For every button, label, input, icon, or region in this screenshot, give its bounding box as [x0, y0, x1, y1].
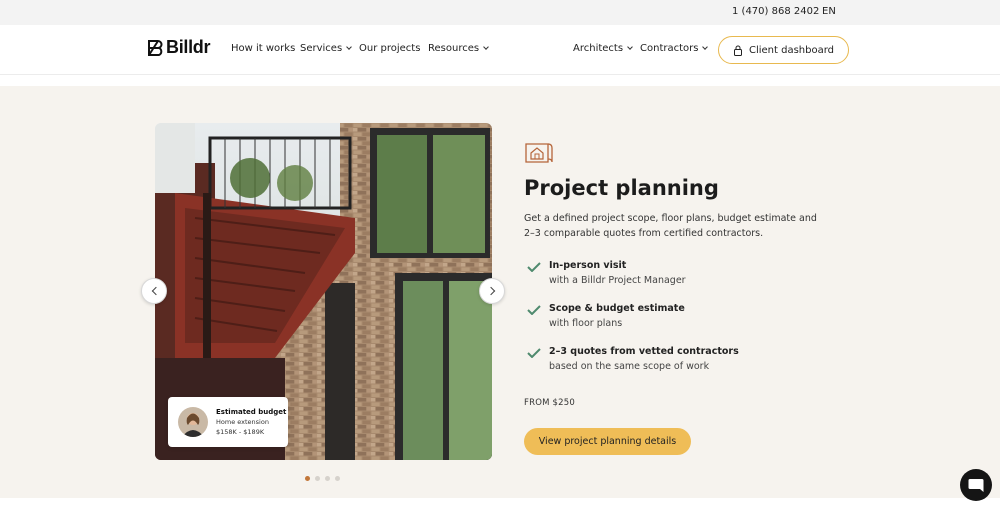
carousel-dot[interactable]: [305, 476, 310, 481]
logo[interactable]: Billdr: [148, 37, 211, 58]
price-label: FROM $250: [524, 398, 575, 408]
carousel-dot[interactable]: [325, 476, 330, 481]
carousel-next-button[interactable]: [479, 278, 505, 304]
view-details-label: View project planning details: [538, 436, 677, 447]
language-switcher[interactable]: EN: [822, 6, 836, 17]
main-header: Billdr How it works Services Our project…: [0, 25, 1000, 75]
budget-card-title: Estimated budget: [216, 408, 287, 416]
nav-contractors-label: Contractors: [640, 43, 699, 54]
chevron-left-icon: [151, 286, 160, 296]
feature-title: In-person visit: [549, 260, 627, 271]
check-icon: [527, 348, 541, 358]
carousel-pagination: [305, 476, 340, 481]
nav-our-projects-label: Our projects: [359, 43, 421, 54]
nav-services-label: Services: [300, 43, 343, 54]
nav-services[interactable]: Services: [300, 43, 353, 54]
billdr-logo-icon: [148, 39, 163, 56]
nav-architects[interactable]: Architects: [573, 43, 633, 54]
nav-architects-label: Architects: [573, 43, 624, 54]
budget-card-project: Home extension: [216, 418, 269, 426]
carousel-dot[interactable]: [335, 476, 340, 481]
chat-widget-button[interactable]: [960, 469, 992, 501]
nav-contractors[interactable]: Contractors: [640, 43, 709, 54]
nav-how-it-works[interactable]: How it works: [231, 43, 295, 54]
lock-icon: [733, 45, 742, 56]
project-planning-section: Estimated budget Home extension $158K - …: [0, 86, 1000, 498]
check-icon: [527, 262, 541, 272]
chevron-right-icon: [486, 286, 495, 296]
budget-card-range: $158K - $189K: [216, 428, 265, 436]
nav-our-projects[interactable]: Our projects: [359, 43, 420, 54]
client-dashboard-button[interactable]: Client dashboard: [718, 36, 849, 64]
feature-title: Scope & budget estimate: [549, 303, 685, 314]
carousel-dot[interactable]: [315, 476, 320, 481]
phone-link[interactable]: 1 (470) 868 2402: [732, 6, 819, 17]
carousel-prev-button[interactable]: [141, 278, 167, 304]
page-title: Project planning: [524, 176, 719, 200]
chat-bubble-icon: [968, 478, 984, 492]
nav-resources-label: Resources: [428, 43, 480, 54]
nav-resources[interactable]: Resources: [428, 43, 489, 54]
nav-how-it-works-label: How it works: [231, 43, 296, 54]
chevron-down-icon: [346, 44, 353, 50]
top-utility-bar: 1 (470) 868 2402 EN: [0, 0, 1000, 25]
chevron-down-icon: [702, 44, 709, 50]
section-description: Get a defined project scope, floor plans…: [524, 213, 817, 239]
chevron-down-icon: [483, 44, 489, 50]
blueprint-house-icon: [525, 143, 553, 163]
logo-text: Billdr: [166, 37, 211, 57]
check-icon: [527, 305, 541, 315]
chevron-down-icon: [627, 44, 633, 50]
estimated-budget-card: Estimated budget Home extension $158K - …: [168, 397, 288, 447]
feature-subtitle: based on the same scope of work: [549, 361, 710, 372]
feature-title: 2–3 quotes from vetted contractors: [549, 346, 739, 357]
feature-subtitle: with floor plans: [549, 318, 623, 329]
avatar: [178, 407, 208, 437]
client-dashboard-label: Client dashboard: [748, 44, 835, 56]
view-details-button[interactable]: View project planning details: [524, 428, 691, 455]
feature-subtitle: with a Billdr Project Manager: [549, 275, 686, 286]
